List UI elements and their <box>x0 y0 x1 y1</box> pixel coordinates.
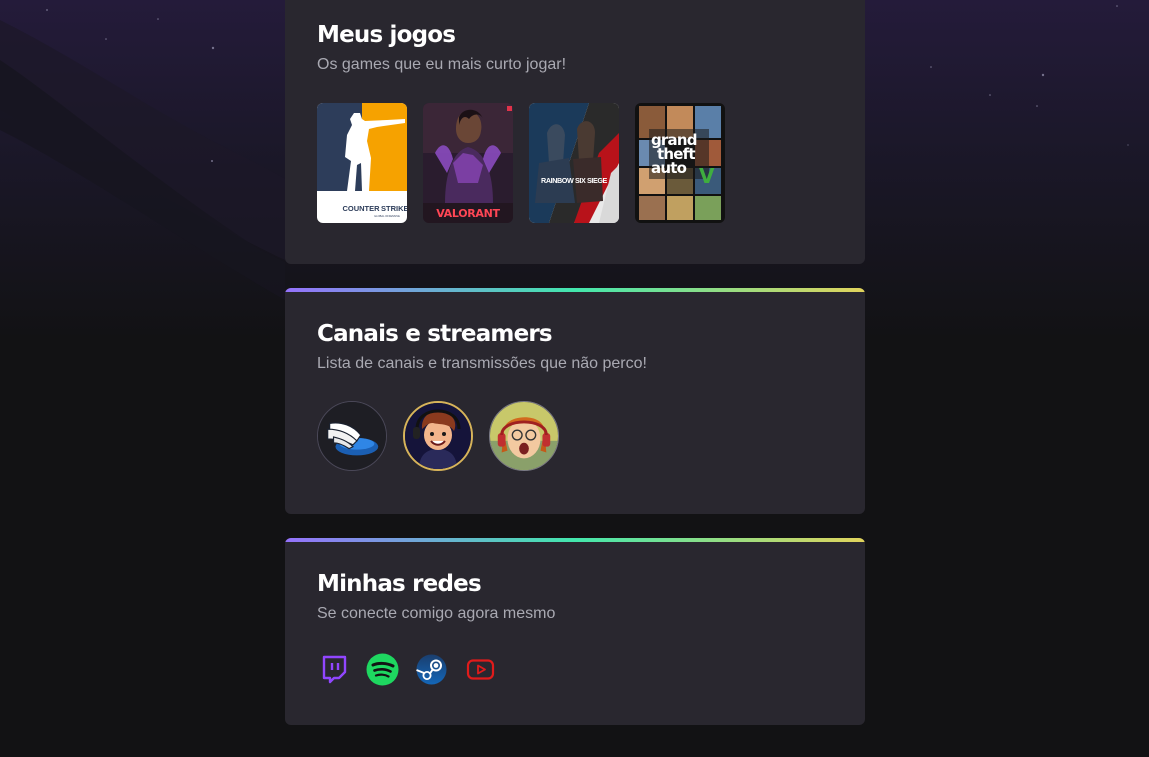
streamers-subtitle: Lista de canais e transmissões que não p… <box>317 355 647 372</box>
youtube-icon <box>466 659 495 680</box>
game-gta-v[interactable]: grand theft auto V <box>635 103 725 223</box>
valorant-logo-text: VALORANT <box>436 207 500 220</box>
games-list: COUNTER STRIKE GLOBAL OFFENSIVE VALORANT <box>317 103 833 223</box>
streamer-cartoon[interactable] <box>403 401 473 471</box>
game-valorant[interactable]: VALORANT <box>423 103 513 223</box>
streamers-title: Canais e streamers <box>317 321 553 347</box>
youtube-link[interactable] <box>464 653 497 686</box>
redhead-gamer-avatar-icon <box>490 402 558 470</box>
twitch-link[interactable] <box>317 653 350 686</box>
valorant-cover: VALORANT <box>423 103 513 223</box>
svg-text:auto: auto <box>651 159 687 177</box>
games-card: Meus jogos Os games que eu mais curto jo… <box>285 0 865 264</box>
social-card: Minhas redes Se conecte comigo agora mes… <box>285 538 865 725</box>
cs-logo-text: COUNTER <box>342 204 380 213</box>
svg-text:GLOBAL OFFENSIVE: GLOBAL OFFENSIVE <box>374 214 400 218</box>
gta-v-cover: grand theft auto V <box>635 103 725 223</box>
rainbow-six-cover: RAINBOW SIX SIEGE <box>529 103 619 223</box>
spotify-link[interactable] <box>366 653 399 686</box>
svg-text:V: V <box>699 164 715 188</box>
winged-helmet-avatar-icon <box>318 402 386 470</box>
steam-link[interactable] <box>415 653 448 686</box>
games-subtitle: Os games que eu mais curto jogar! <box>317 56 567 73</box>
cartoon-streamer-avatar-icon <box>405 403 471 469</box>
streamer-winged-helmet[interactable] <box>317 401 387 471</box>
social-subtitle: Se conecte comigo agora mesmo <box>317 605 556 622</box>
streamer-redhead[interactable] <box>489 401 559 471</box>
game-rainbow-six-siege[interactable]: RAINBOW SIX SIEGE <box>529 103 619 223</box>
social-links <box>317 653 833 686</box>
spotify-icon <box>366 653 399 686</box>
counter-strike-cover: COUNTER STRIKE GLOBAL OFFENSIVE <box>317 103 407 223</box>
streamers-card: Canais e streamers Lista de canais e tra… <box>285 288 865 514</box>
social-title: Minhas redes <box>317 571 482 597</box>
game-counter-strike[interactable]: COUNTER STRIKE GLOBAL OFFENSIVE <box>317 103 407 223</box>
games-title: Meus jogos <box>317 22 456 48</box>
steam-icon <box>416 654 447 685</box>
r6-logo-text: RAINBOW SIX SIEGE <box>541 176 607 185</box>
streamers-list <box>317 401 833 471</box>
svg-text:STRIKE: STRIKE <box>381 204 407 213</box>
twitch-icon <box>322 655 347 684</box>
